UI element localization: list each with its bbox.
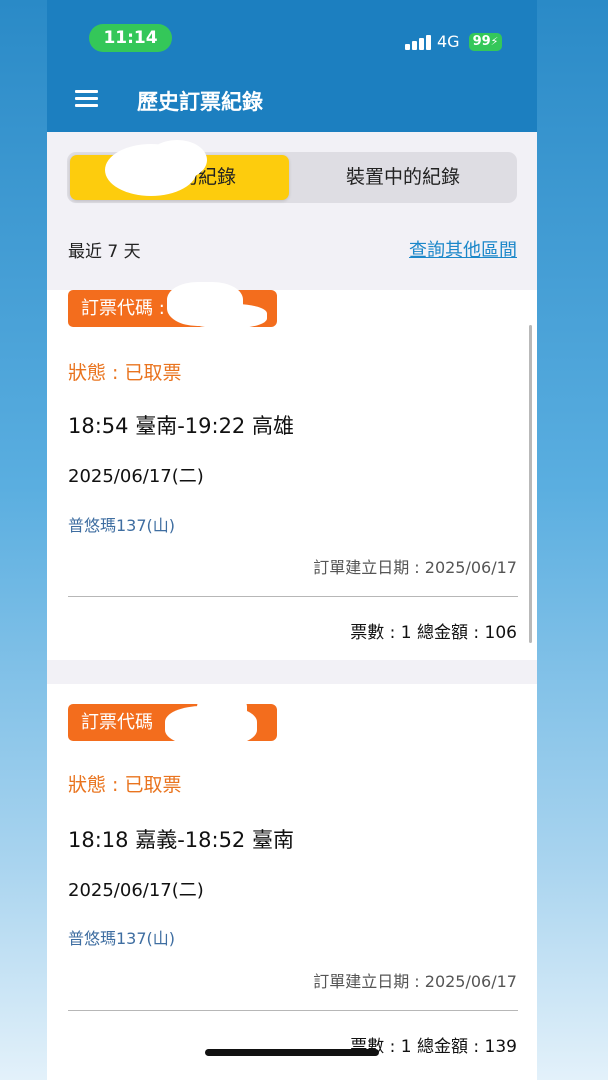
page-title: 歷史訂票紀錄 [137, 90, 263, 114]
ticket-status: 狀態 : 已取票 [68, 774, 182, 796]
train-name: 普悠瑪137(山) [68, 516, 176, 535]
app-screen: 11:14 4G 99⚡ 歷史訂票紀錄 的紀錄 裝置中的紀錄 最近 7 天 查詢… [47, 0, 537, 1080]
scrollbar[interactable] [529, 325, 532, 643]
signal-bars-icon [405, 33, 431, 50]
battery-charging-icon: 99⚡ [469, 33, 502, 51]
home-indicator[interactable] [205, 1049, 379, 1056]
status-bar: 11:14 4G 99⚡ [47, 0, 537, 68]
battery-level: 99 [472, 34, 491, 49]
network-type: 4G [437, 32, 460, 51]
nav-bar: 歷史訂票紀錄 [47, 68, 537, 132]
redaction-mark [187, 304, 267, 328]
card-divider [68, 1010, 518, 1011]
booking-code-label: 訂票代碼 [81, 712, 153, 733]
booking-record-card[interactable]: 訂票代碼 狀態 : 已取票 18:18 嘉義-18:52 臺南 2025/06/… [47, 684, 537, 1080]
tab-device-records[interactable]: 裝置中的紀錄 [292, 155, 514, 200]
booking-code-label: 訂票代碼 : [81, 298, 165, 319]
redaction-mark [197, 696, 247, 722]
train-name: 普悠瑪137(山) [68, 929, 176, 948]
order-created-date: 訂單建立日期 : 2025/06/17 [313, 972, 517, 991]
status-time[interactable]: 11:14 [89, 24, 172, 52]
hamburger-menu-icon[interactable] [75, 90, 98, 108]
route-text: 18:18 嘉義-18:52 臺南 [68, 828, 294, 852]
travel-date: 2025/06/17(二) [68, 880, 204, 901]
ticket-status: 狀態 : 已取票 [68, 362, 182, 384]
records-segmented-control: 的紀錄 裝置中的紀錄 [67, 140, 517, 203]
travel-date: 2025/06/17(二) [68, 466, 204, 487]
order-created-date: 訂單建立日期 : 2025/06/17 [313, 558, 517, 577]
ticket-total: 票數 : 1 總金額 : 106 [350, 623, 517, 643]
card-divider [68, 596, 518, 597]
query-other-range-link[interactable]: 查詢其他區間 [409, 236, 517, 262]
date-range-label: 最近 7 天 [68, 242, 141, 262]
booking-record-card[interactable]: 訂票代碼 : 狀態 : 已取票 18:54 臺南-19:22 高雄 2025/0… [47, 282, 537, 660]
redaction-mark [147, 140, 207, 180]
route-text: 18:54 臺南-19:22 高雄 [68, 414, 294, 438]
